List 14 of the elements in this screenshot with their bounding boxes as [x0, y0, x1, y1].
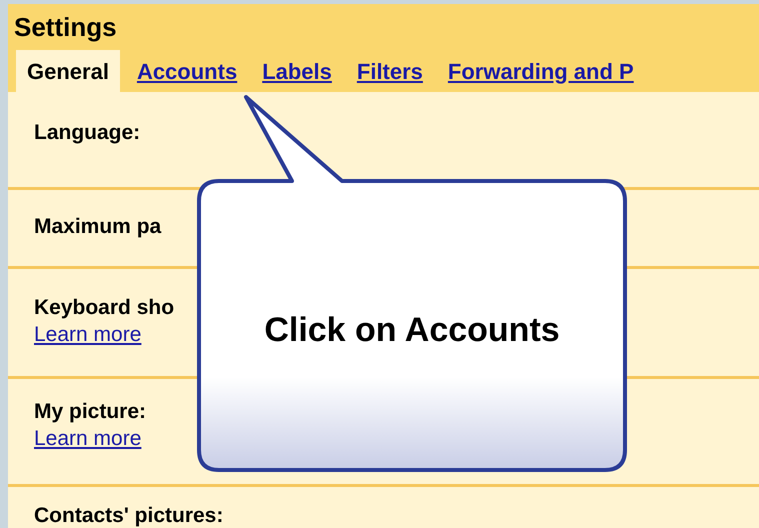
- setting-label: Contacts' pictures:: [34, 503, 224, 528]
- callout-text: Click on Accounts: [263, 310, 561, 351]
- tab[interactable]: Forwarding and P: [436, 50, 645, 92]
- learn-more-link[interactable]: Learn more: [34, 425, 142, 453]
- tab[interactable]: General: [16, 50, 120, 92]
- setting-label: My picture:: [34, 399, 146, 425]
- learn-more-link[interactable]: Learn more: [34, 321, 142, 349]
- setting-label: Language:: [34, 120, 140, 146]
- tab[interactable]: Filters: [346, 50, 434, 92]
- setting-label: Maximum pa: [34, 214, 162, 240]
- tab[interactable]: Labels: [251, 50, 343, 92]
- setting-label: Keyboard sho: [34, 295, 174, 321]
- tab[interactable]: Accounts: [126, 50, 248, 92]
- window-title: Settings: [14, 10, 117, 44]
